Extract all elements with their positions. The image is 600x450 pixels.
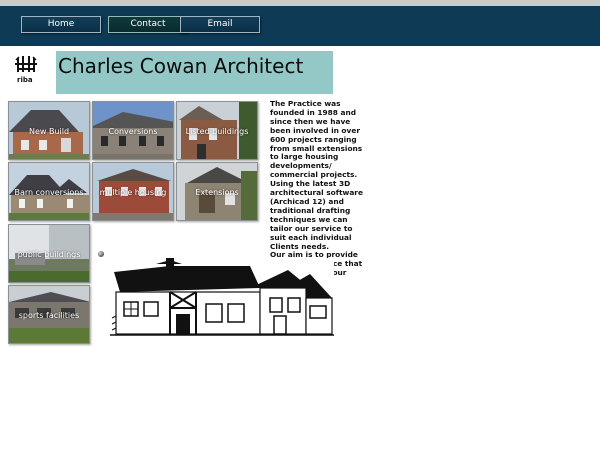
building-sketch-drawing	[110, 258, 334, 338]
tile-barn-conversions[interactable]: Barn conversions	[8, 162, 90, 221]
tile-label: public buildings	[17, 250, 81, 259]
tile-public-buildings[interactable]: public buildings	[8, 224, 90, 283]
nav-contact-button[interactable]: Contact	[108, 16, 188, 33]
tile-new-build[interactable]: New Build	[8, 101, 90, 160]
tile-multiple-housing[interactable]: multiple housing	[92, 162, 174, 221]
bullet-icon	[98, 251, 104, 257]
tile-listed-buildings[interactable]: Listed buildings	[176, 101, 258, 160]
tile-label: multiple housing	[99, 188, 167, 197]
tile-label: Extensions	[195, 188, 239, 197]
tile-label: New Build	[28, 127, 70, 136]
page-title: Charles Cowan Architect	[58, 54, 304, 78]
title-banner: Charles Cowan Architect	[56, 51, 333, 94]
tile-sports-facilities[interactable]: sports facilities	[8, 285, 90, 344]
tile-label: sports facilities	[18, 311, 80, 320]
riba-logo-text: riba	[17, 76, 33, 84]
riba-logo: riba	[14, 55, 38, 87]
building-sketch	[110, 258, 334, 338]
nav-bar: Home Contact Email	[0, 6, 600, 46]
tile-label: Conversions	[108, 127, 158, 136]
intro-paragraph-1: The Practice was founded in 1988 and sin…	[270, 99, 363, 251]
tile-label: Listed buildings	[185, 127, 249, 136]
nav-email-button[interactable]: Email	[180, 16, 260, 33]
nav-home-button[interactable]: Home	[21, 16, 101, 33]
tile-extensions[interactable]: Extensions	[176, 162, 258, 221]
tile-label: Barn conversions	[14, 188, 84, 197]
tile-conversions[interactable]: Conversions	[92, 101, 174, 160]
